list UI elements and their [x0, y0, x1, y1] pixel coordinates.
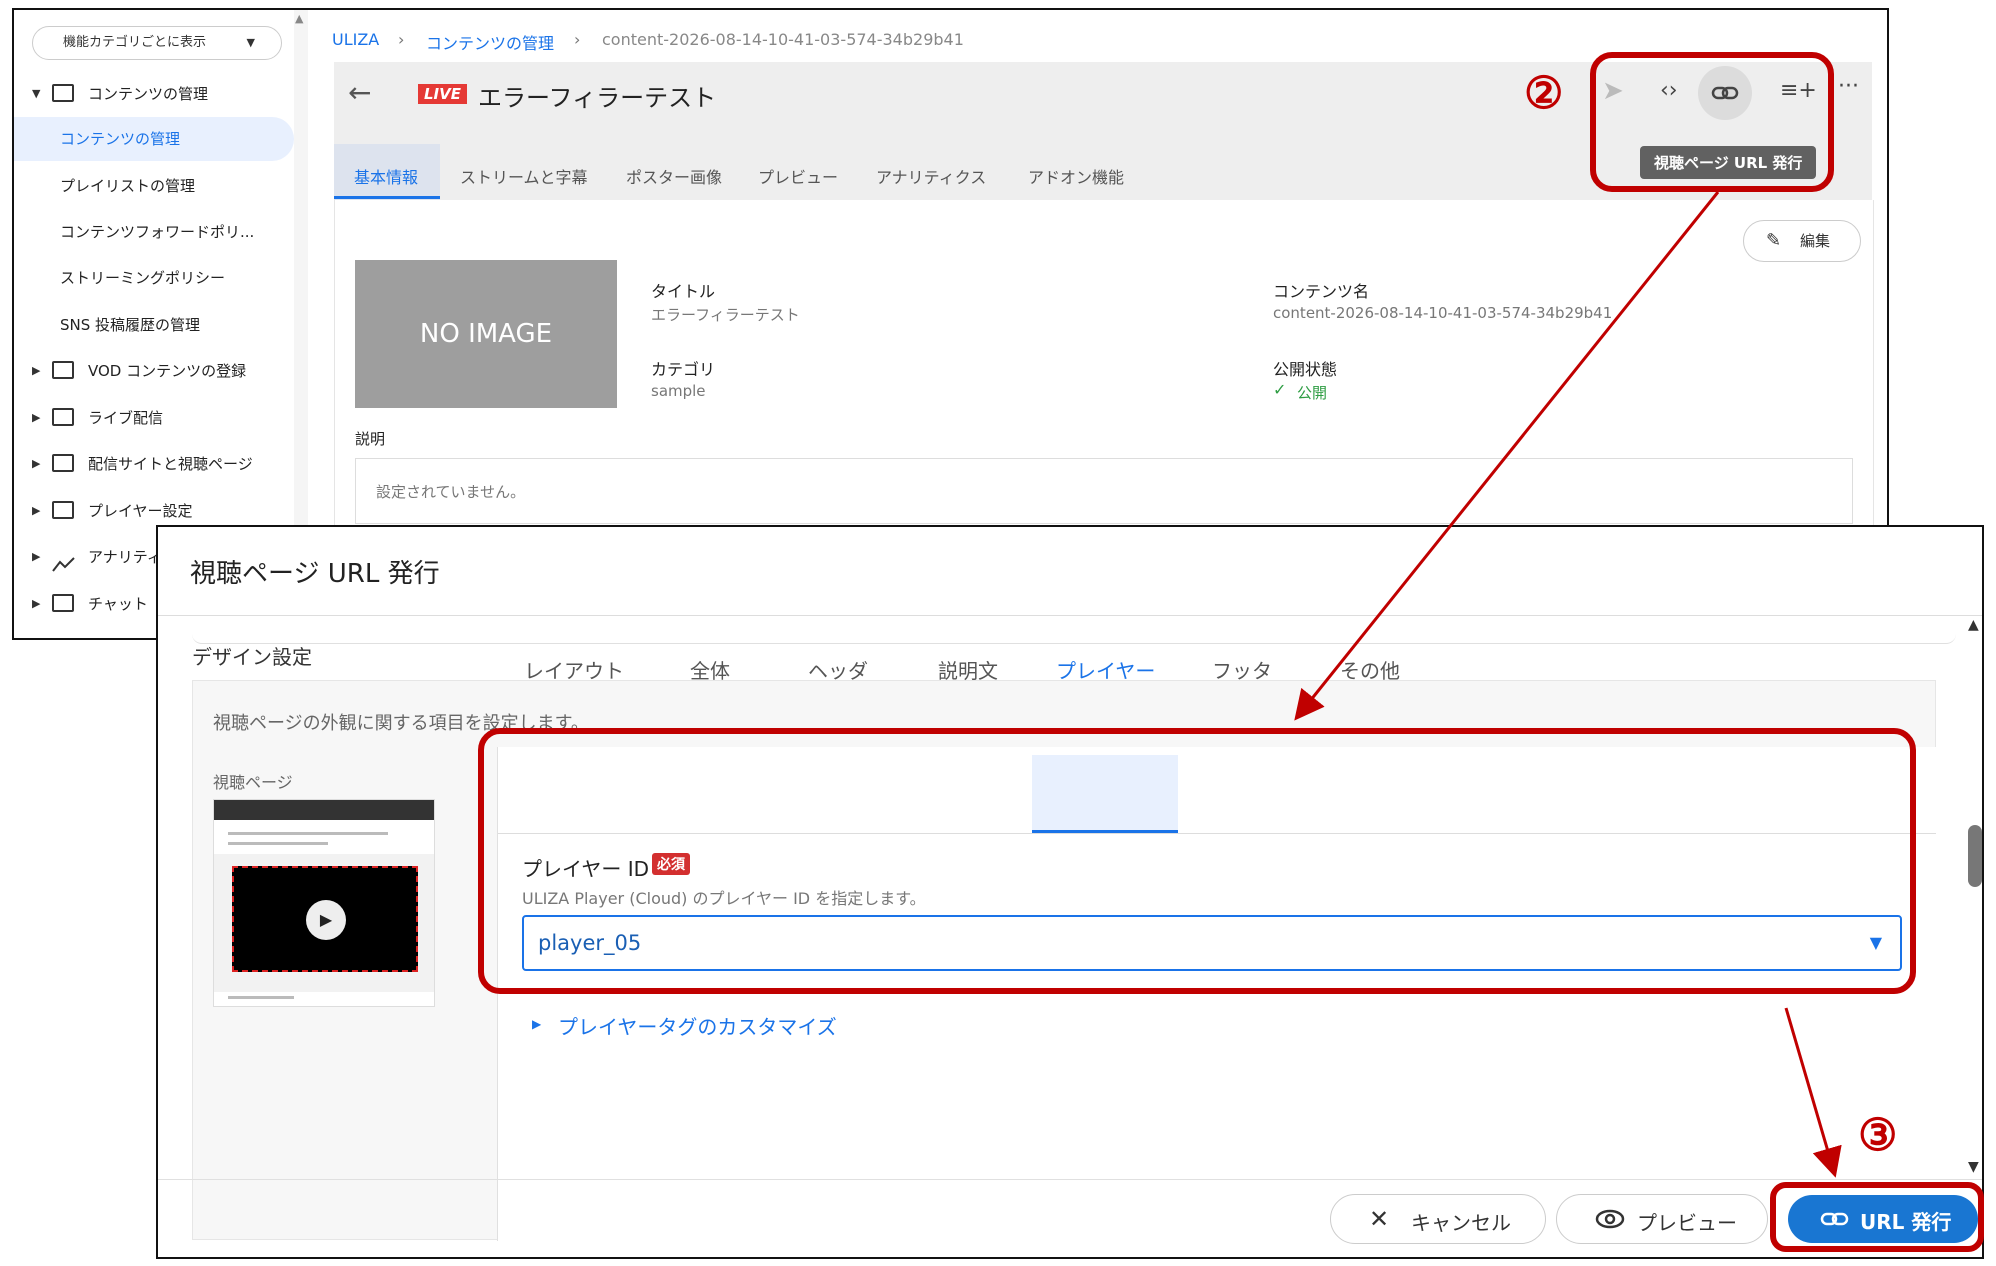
- annotation-arrow-step2: [1294, 191, 1720, 721]
- annotation-arrows: [1294, 191, 1842, 1178]
- annotation-arrow-step3: [1784, 1007, 1842, 1178]
